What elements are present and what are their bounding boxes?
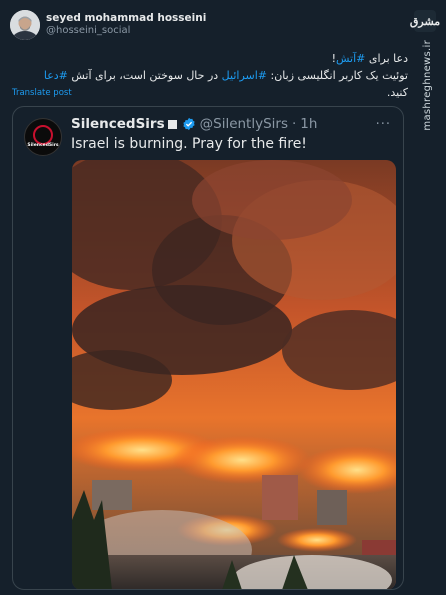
quoted-post-header: SilencedSirs @SilentlySirs · 1h bbox=[71, 116, 317, 132]
separator-dot: · bbox=[292, 116, 297, 132]
quoted-handle[interactable]: @SilentlySirs bbox=[200, 116, 288, 132]
more-options-icon[interactable]: ··· bbox=[376, 117, 391, 132]
quoted-post[interactable]: SilencedSirs SilencedSirs @SilentlySirs … bbox=[12, 106, 404, 590]
verified-badge-icon bbox=[183, 117, 195, 131]
post-text-fragment: توئیت یک کاربر انگلیسی زبان: bbox=[267, 69, 408, 82]
translate-post-link[interactable]: Translate post bbox=[12, 88, 72, 98]
quoted-display-name[interactable]: SilencedSirs bbox=[71, 116, 165, 132]
post-text-line-2: توئیت یک کاربر انگلیسی زبان: #اسرائیل در… bbox=[38, 67, 408, 101]
author-names: seyed mohammad hosseini @hosseini_social bbox=[46, 12, 206, 38]
quoted-author-avatar[interactable]: SilencedSirs bbox=[24, 118, 62, 156]
hashtag-link[interactable]: #دعا bbox=[44, 69, 68, 82]
avatar-ring-shape bbox=[33, 125, 53, 145]
hashtag-link[interactable]: #آتش bbox=[336, 52, 365, 65]
post-text-fragment: در حال سوختن است، برای آتش bbox=[67, 69, 222, 82]
post-header: seyed mohammad hosseini @hosseini_social bbox=[10, 8, 206, 42]
post-card: seyed mohammad hosseini @hosseini_social… bbox=[0, 0, 446, 595]
quoted-avatar-text: SilencedSirs bbox=[27, 143, 59, 148]
brand-strip: مشرق mashreghnews.ir bbox=[410, 0, 446, 160]
wildfire-photo[interactable] bbox=[72, 160, 396, 589]
author-display-name[interactable]: seyed mohammad hosseini bbox=[46, 12, 206, 25]
author-avatar[interactable] bbox=[10, 10, 40, 40]
quoted-post-text: Israel is burning. Pray for the fire! bbox=[71, 136, 307, 152]
brand-url-watermark: mashreghnews.ir bbox=[422, 40, 433, 131]
post-text-line-1: دعا برای #آتش! bbox=[38, 50, 408, 67]
wildfire-photo-image bbox=[72, 160, 396, 589]
author-handle[interactable]: @hosseini_social bbox=[46, 25, 206, 38]
quoted-timestamp[interactable]: 1h bbox=[300, 116, 317, 132]
post-text-fragment: کنید. bbox=[386, 86, 408, 99]
hashtag-link[interactable]: #اسرائیل bbox=[222, 69, 267, 82]
post-text-fragment: دعا برای bbox=[365, 52, 408, 65]
author-avatar-image bbox=[10, 10, 40, 40]
square-badge-icon bbox=[167, 119, 177, 129]
brand-logo: مشرق bbox=[410, 10, 440, 32]
post-text: دعا برای #آتش! توئیت یک کاربر انگلیسی زب… bbox=[38, 50, 408, 101]
